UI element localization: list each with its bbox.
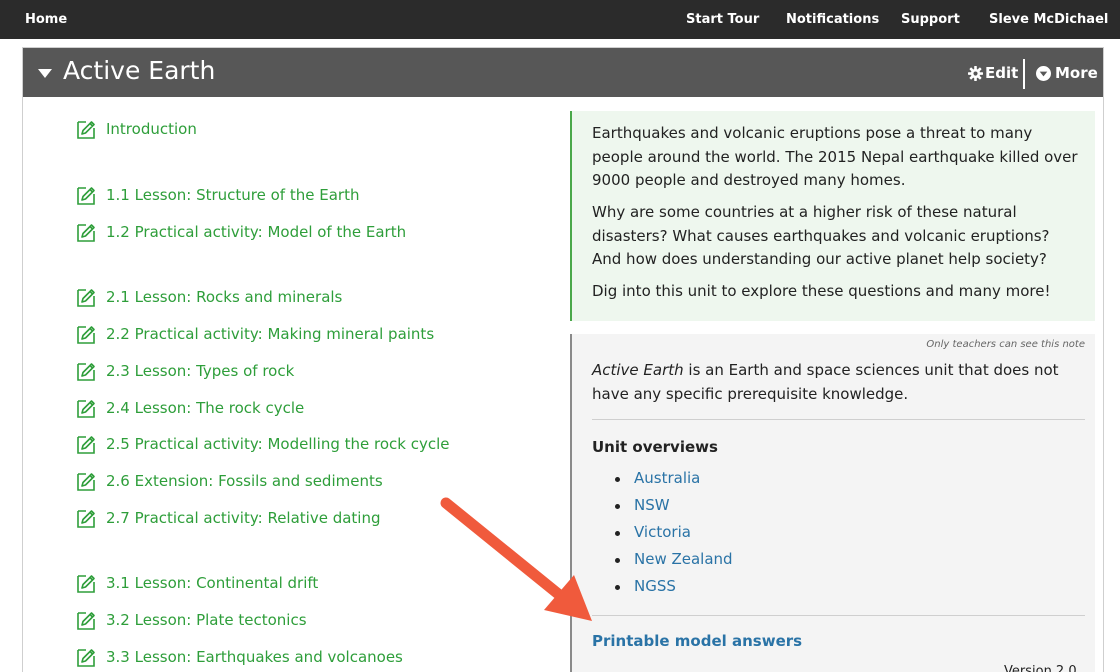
lesson-label: 2.6 Extension: Fossils and sediments — [106, 472, 383, 490]
unit-description: Earthquakes and volcanic eruptions pose … — [570, 111, 1095, 321]
pencil-paper-icon — [77, 187, 95, 205]
pencil-paper-icon — [77, 326, 95, 344]
unit-title: Active Earth — [63, 56, 216, 85]
nav-start-tour-link[interactable]: Start Tour — [686, 0, 759, 39]
description-paragraph: Dig into this unit to explore these ques… — [592, 282, 1051, 300]
teacher-note-body: Active Earth is an Earth and space scien… — [592, 359, 1082, 406]
pencil-paper-icon — [77, 289, 95, 307]
edit-label: Edit — [985, 64, 1019, 82]
lesson-label: 2.3 Lesson: Types of rock — [106, 362, 295, 380]
teacher-visibility-note: Only teachers can see this note — [926, 339, 1085, 350]
gear-icon — [968, 66, 983, 81]
caret-down-icon[interactable] — [38, 69, 52, 78]
pencil-paper-icon — [77, 363, 95, 381]
lesson-label: 2.1 Lesson: Rocks and minerals — [106, 288, 343, 306]
pencil-paper-icon — [77, 575, 95, 593]
lesson-label: 2.4 Lesson: The rock cycle — [106, 399, 305, 417]
more-label: More — [1055, 64, 1098, 82]
teacher-note-box: Only teachers can see this note Active E… — [570, 334, 1095, 672]
chevron-down-circle-icon — [1036, 66, 1051, 81]
top-navbar: Home Start Tour Notifications Support Sl… — [0, 0, 1120, 39]
lesson-label: 3.2 Lesson: Plate tectonics — [106, 611, 307, 629]
lesson-label: 1.2 Practical activity: Model of the Ear… — [106, 223, 407, 241]
nav-notifications-link[interactable]: Notifications — [786, 0, 879, 39]
overview-link-ngss[interactable]: NGSS — [615, 577, 676, 595]
pencil-paper-icon — [77, 224, 95, 242]
lesson-label: 3.3 Lesson: Earthquakes and volcanoes — [106, 648, 403, 666]
lesson-label: 2.5 Practical activity: Modelling the ro… — [106, 435, 450, 453]
pencil-paper-icon — [77, 436, 95, 454]
pencil-paper-icon — [77, 121, 95, 139]
overview-link-new-zealand[interactable]: New Zealand — [615, 550, 733, 568]
overview-link-australia[interactable]: Australia — [614, 469, 700, 487]
divider — [592, 615, 1085, 616]
lesson-label: 1.1 Lesson: Structure of the Earth — [106, 186, 360, 204]
lesson-label: 2.2 Practical activity: Making mineral p… — [106, 325, 435, 343]
overview-link-nsw[interactable]: NSW — [615, 496, 670, 514]
lesson-label: 2.7 Practical activity: Relative dating — [106, 509, 381, 527]
nav-support-link[interactable]: Support — [901, 0, 960, 39]
nav-user-menu[interactable]: Sleve McDichael — [989, 0, 1108, 39]
header-divider — [1023, 59, 1025, 89]
version-label: Version 2.0 — [1004, 664, 1077, 672]
unit-panel: Active Earth Edit More Introduction 1.1 … — [22, 47, 1104, 672]
divider — [592, 419, 1085, 420]
description-paragraph: Why are some countries at a higher risk … — [592, 203, 1050, 268]
nav-home-link[interactable]: Home — [25, 0, 67, 39]
pencil-paper-icon — [77, 510, 95, 528]
unit-overviews-heading: Unit overviews — [592, 438, 718, 456]
unit-name-emphasis: Active Earth — [592, 361, 684, 379]
overview-link-victoria[interactable]: Victoria — [615, 523, 691, 541]
pencil-paper-icon — [77, 649, 95, 667]
unit-header: Active Earth Edit More — [23, 48, 1103, 97]
printable-model-answers-link[interactable]: Printable model answers — [592, 632, 802, 650]
lesson-label: Introduction — [106, 120, 197, 138]
pencil-paper-icon — [77, 612, 95, 630]
pencil-paper-icon — [77, 400, 95, 418]
pencil-paper-icon — [77, 473, 95, 491]
description-paragraph: Earthquakes and volcanic eruptions pose … — [592, 124, 1078, 189]
lesson-label: 3.1 Lesson: Continental drift — [106, 574, 319, 592]
